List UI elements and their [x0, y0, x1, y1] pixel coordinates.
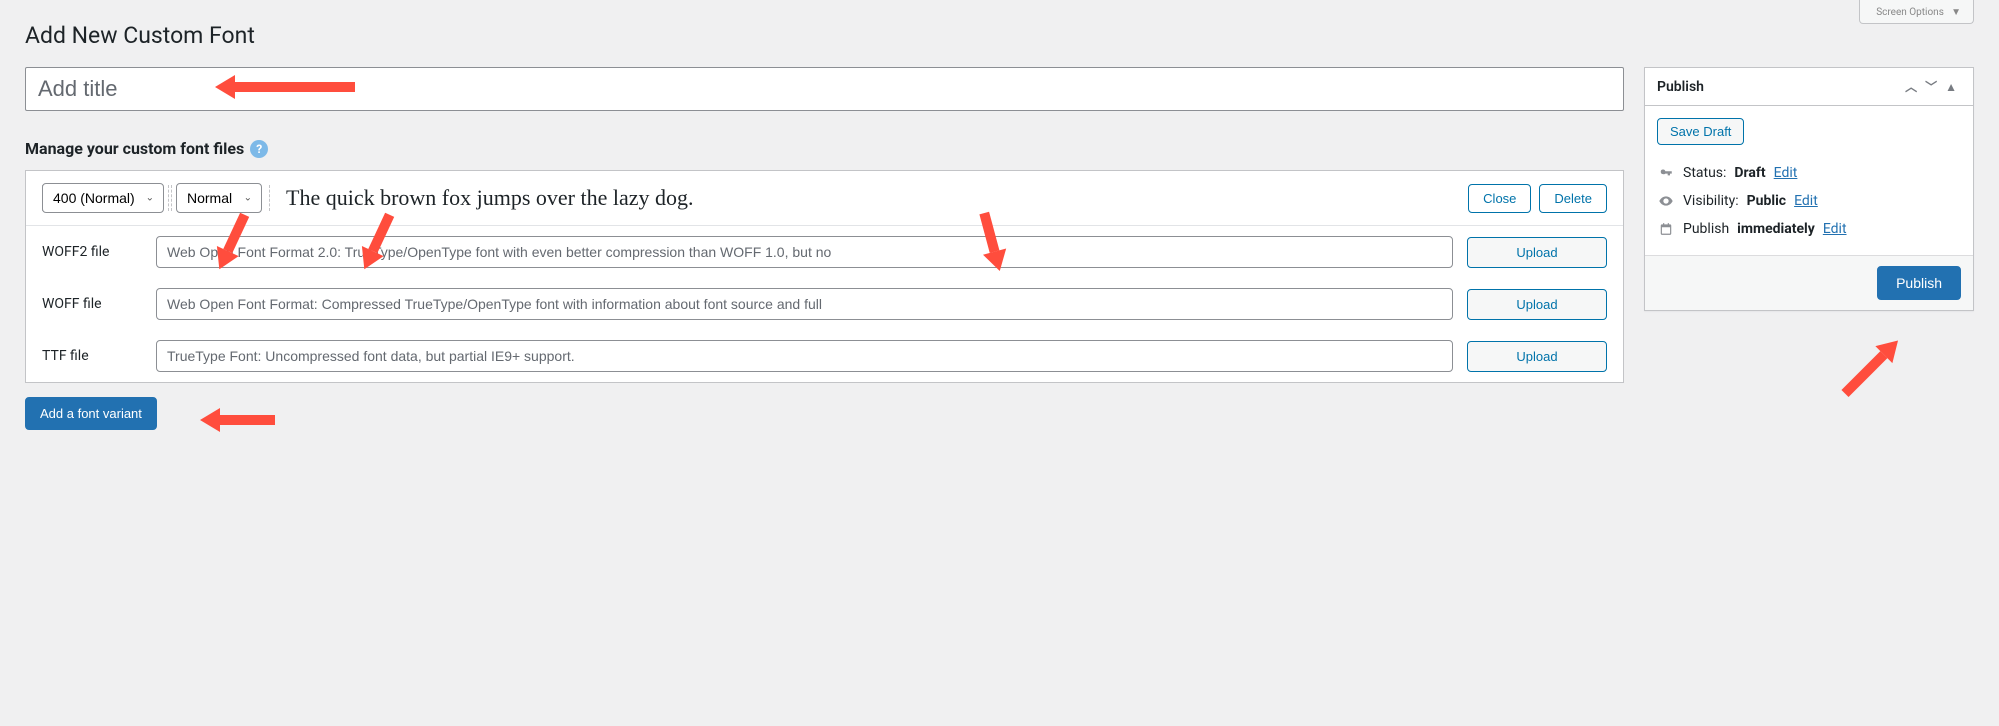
font-weight-select[interactable]: 400 (Normal)	[42, 183, 164, 213]
ttf-label: TTF file	[42, 348, 142, 364]
delete-button[interactable]: Delete	[1539, 184, 1607, 213]
status-label: Status:	[1683, 165, 1726, 181]
annotation-arrow	[1836, 332, 1906, 402]
caret-down-icon: ▼	[1951, 7, 1961, 18]
visibility-label: Visibility:	[1683, 193, 1739, 209]
ttf-input[interactable]	[156, 340, 1453, 372]
woff-upload-button[interactable]: Upload	[1467, 289, 1607, 320]
page-title: Add New Custom Font	[25, 22, 1974, 49]
ttf-upload-button[interactable]: Upload	[1467, 341, 1607, 372]
help-icon[interactable]: ?	[250, 140, 268, 158]
title-input[interactable]	[25, 67, 1624, 111]
edit-visibility-link[interactable]: Edit	[1794, 193, 1818, 209]
publish-box: Publish ︿ ﹀ ▲ Save Draft Status: Draft E…	[1644, 67, 1974, 311]
save-draft-button[interactable]: Save Draft	[1657, 118, 1744, 145]
visibility-value: Public	[1747, 193, 1786, 209]
font-preview-text: The quick brown fox jumps over the lazy …	[274, 185, 1456, 211]
woff2-upload-button[interactable]: Upload	[1467, 237, 1607, 268]
schedule-value: immediately	[1737, 221, 1815, 237]
woff-label: WOFF file	[42, 296, 142, 312]
toggle-panel-icon[interactable]: ▲	[1941, 80, 1961, 94]
annotation-arrow	[200, 408, 275, 432]
add-font-variant-button[interactable]: Add a font variant	[25, 397, 157, 430]
eye-icon	[1657, 193, 1675, 209]
schedule-label: Publish	[1683, 221, 1729, 237]
woff-input[interactable]	[156, 288, 1453, 320]
edit-schedule-link[interactable]: Edit	[1823, 221, 1847, 237]
edit-status-link[interactable]: Edit	[1774, 165, 1798, 181]
font-style-select[interactable]: Normal	[176, 183, 262, 213]
close-button[interactable]: Close	[1468, 184, 1531, 213]
calendar-icon	[1657, 222, 1675, 236]
manage-fonts-heading: Manage your custom font files	[25, 139, 244, 158]
status-value: Draft	[1734, 165, 1765, 181]
screen-options-toggle[interactable]: Screen Options ▼	[1859, 0, 1974, 24]
woff2-label: WOFF2 file	[42, 244, 142, 260]
publish-button[interactable]: Publish	[1877, 266, 1961, 300]
publish-box-title: Publish	[1657, 79, 1704, 95]
key-icon	[1657, 166, 1675, 180]
font-variant-box: 400 (Normal) ⌄ Normal ⌄ The quick brown …	[25, 170, 1624, 383]
screen-options-label: Screen Options	[1876, 7, 1944, 18]
move-down-icon[interactable]: ﹀	[1921, 78, 1941, 95]
move-up-icon[interactable]: ︿	[1901, 78, 1921, 95]
woff2-input[interactable]	[156, 236, 1453, 268]
